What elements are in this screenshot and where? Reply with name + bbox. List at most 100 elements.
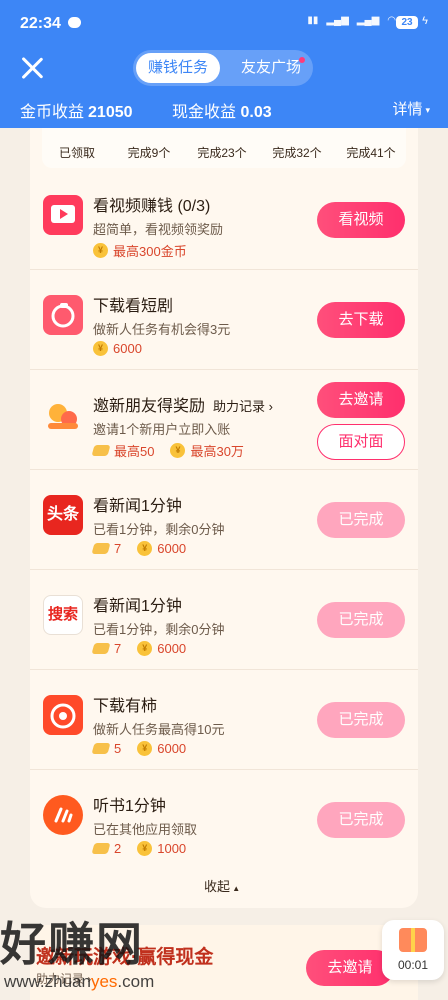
task-title: 看新闻1分钟 (93, 498, 182, 515)
close-button[interactable] (20, 56, 44, 80)
coin-reward: 最高30万 (190, 444, 244, 459)
completed-button[interactable]: 已完成 (317, 602, 405, 638)
completed-button[interactable]: 已完成 (317, 702, 405, 738)
coin-icon: ¥ (170, 443, 186, 458)
watermark-logo: 好赚网 (0, 918, 144, 970)
task-rewards: 7 ¥ 6000 (91, 541, 187, 556)
collapse-toggle[interactable]: 收起 (204, 876, 240, 895)
ticket-reward: 最高50 (114, 444, 155, 459)
ticket-reward: 7 (114, 641, 122, 656)
coin-reward: 1000 (157, 841, 187, 856)
task-row: 下载有柿 做新人任务最高得10元 5 ¥ 6000 已完成 (30, 670, 418, 770)
watch-video-button[interactable]: 看视频 (317, 202, 405, 238)
hd-icon: ▮▮ (307, 15, 319, 26)
coin-icon: ¥ (137, 641, 153, 656)
coin-icon: ¥ (137, 741, 153, 756)
ticket-icon (91, 543, 111, 554)
task-title: 邀新朋友得奖励 助力记录 (93, 392, 273, 416)
task-rewards: 2 ¥ 1000 (91, 841, 187, 856)
task-subtitle: 已看1分钟，剩余0分钟 (93, 622, 225, 637)
task-title: 下载有柿 (93, 698, 158, 715)
task-rewards: 最高50 ¥ 最高30万 (91, 441, 244, 460)
notification-dot (299, 57, 305, 63)
download-button[interactable]: 去下载 (317, 302, 405, 338)
task-row: 搜索 看新闻1分钟 已看1分钟，剩余0分钟 7 ¥ 6000 已完成 (30, 570, 418, 670)
coin-icon: ¥ (137, 841, 153, 856)
coin-reward: 6000 (157, 541, 187, 556)
tab-friends-square[interactable]: 友友广场 (231, 53, 311, 83)
coin-earnings-value: 21050 (88, 104, 133, 121)
invite-button[interactable]: 去邀请 (317, 382, 405, 418)
drama-icon (43, 295, 83, 335)
timer-text: 00:01 (397, 958, 429, 972)
task-title: 看视频赚钱 (0/3) (93, 198, 211, 215)
milestone-label: 已领取 (58, 146, 95, 160)
task-subtitle: 超简单，看视频领奖励 (93, 222, 224, 237)
task-subtitle: 邀请1个新用户立即入账 (93, 422, 231, 437)
wifi-icon: ◠ (387, 15, 396, 26)
ticket-reward: 7 (114, 541, 122, 556)
floating-timer[interactable]: 00:01 (382, 920, 444, 980)
youshi-icon (43, 695, 83, 735)
task-rewards: ¥ 最高300金币 (93, 241, 187, 260)
network-icons: ▮▮ ▂▄▆ ▂▄▆ ◠ (307, 15, 396, 26)
milestone-label: 完成41个 (346, 146, 396, 160)
ticket-icon (91, 643, 111, 654)
cash-earnings: 现金收益 0.03 (172, 98, 272, 122)
tab-group: 赚钱任务 友友广场 (133, 50, 313, 86)
cash-earnings-value: 0.03 (240, 104, 272, 121)
coin-icon: ¥ (93, 243, 108, 258)
toutiao-icon: 头条 (43, 495, 83, 535)
gift-box-icon (399, 928, 427, 952)
task-title: 看新闻1分钟 (93, 598, 182, 615)
signal-icon-2: ▂▄▆ (356, 15, 380, 26)
task-subtitle: 已在其他应用领取 (93, 822, 198, 837)
details-link[interactable]: 详情 (392, 98, 430, 119)
watermark-url: www.zhuanyes.com (4, 972, 154, 992)
coin-icon: ¥ (137, 541, 153, 556)
task-row: 听书1分钟 已在其他应用领取 2 ¥ 1000 已完成 (30, 770, 418, 870)
signal-icon: ▂▄▆ (326, 15, 349, 26)
coin-earnings-label: 金币收益 (20, 104, 85, 121)
tab-friends-label: 友友广场 (240, 59, 301, 76)
coin-icon: ¥ (93, 341, 108, 356)
task-row: 看视频赚钱 (0/3) 超简单，看视频领奖励 ¥ 最高300金币 看视频 (30, 170, 418, 270)
watermark-url-prefix: www.zhuan (4, 972, 91, 991)
task-title: 听书1分钟 (93, 798, 166, 815)
status-time: 22:34 (20, 15, 61, 32)
tab-earn-tasks[interactable]: 赚钱任务 (136, 53, 220, 83)
face-to-face-button[interactable]: 面对面 (317, 424, 405, 460)
task-rewards: 7 ¥ 6000 (91, 641, 187, 656)
coin-reward: 6000 (113, 341, 142, 356)
task-title-text: 邀新朋友得奖励 (93, 398, 206, 415)
ticket-icon (91, 743, 111, 754)
milestone-label: 完成32个 (272, 146, 322, 160)
coin-reward: 6000 (157, 641, 187, 656)
header: 22:34 ▮▮ ▂▄▆ ▂▄▆ ◠ 23 ϟ 赚钱任务 友友广场 金币收益 21… (0, 0, 448, 128)
watermark-url-highlight: yes (90, 972, 118, 991)
task-row: 头条 看新闻1分钟 已看1分钟，剩余0分钟 7 ¥ 6000 已完成 (30, 470, 418, 570)
charging-icon: ϟ (422, 15, 428, 27)
video-icon (43, 195, 83, 235)
completed-button[interactable]: 已完成 (317, 802, 405, 838)
task-subtitle: 做新人任务有机会得3元 (93, 322, 231, 337)
bottom-invite-button[interactable]: 去邀请 (306, 950, 394, 986)
chat-icon (68, 17, 81, 28)
status-bar: 22:34 ▮▮ ▂▄▆ ▂▄▆ ◠ 23 ϟ (0, 0, 448, 40)
help-record-link[interactable]: 助力记录 (213, 399, 273, 414)
search-app-icon: 搜索 (43, 595, 83, 635)
completed-button[interactable]: 已完成 (317, 502, 405, 538)
battery-icon: 23 (396, 16, 418, 29)
cash-earnings-label: 现金收益 (172, 104, 237, 121)
ticket-reward: 5 (114, 741, 122, 756)
task-row: 下载看短剧 做新人任务有机会得3元 ¥ 6000 去下载 (30, 270, 418, 370)
milestone-label: 完成9个 (127, 146, 171, 160)
task-row: 邀新朋友得奖励助力记录 邀请1个新用户立即入账 最高50 ¥ 最高30万 去邀请… (30, 370, 418, 470)
task-title: 下载看短剧 (93, 298, 174, 315)
coin-reward: 6000 (157, 741, 187, 756)
ticket-icon (91, 843, 111, 854)
coin-earnings: 金币收益 21050 (20, 98, 133, 122)
coin-reward: 最高300金币 (113, 244, 187, 259)
ticket-reward: 2 (114, 841, 122, 856)
task-rewards: 5 ¥ 6000 (91, 741, 187, 756)
